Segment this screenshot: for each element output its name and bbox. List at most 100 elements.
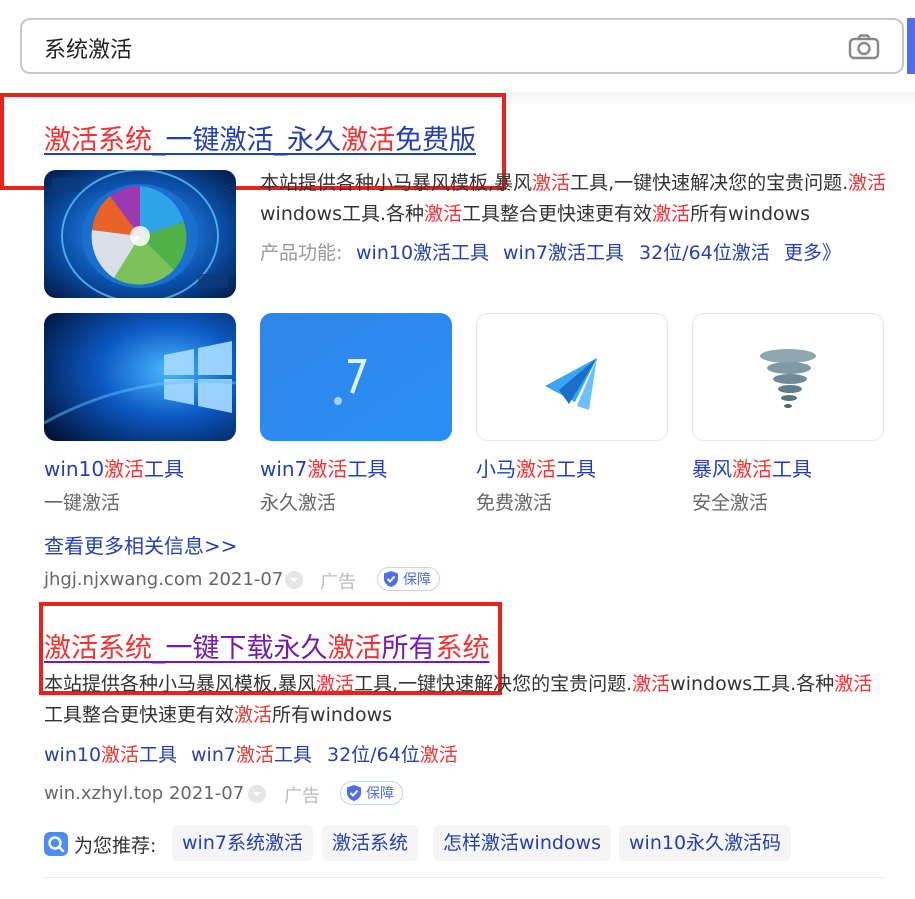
sitelink-highlight: 激活 (101, 744, 140, 766)
title-highlight: 激活系统 (44, 125, 152, 156)
desc-text: windows工具.各种 (670, 673, 835, 695)
desc-text: 工具,一键快速解决您的宝贵问题. (354, 673, 633, 695)
card-title-part: 暴风 (692, 457, 732, 481)
card-title-part: 工具 (347, 457, 388, 481)
sitelink-win7[interactable]: win7激活工具 (191, 740, 312, 767)
more-info-link[interactable]: 查看更多相关信息>> (44, 530, 238, 559)
card-subtitle: 一键激活 (44, 492, 121, 514)
paper-plane-icon (477, 314, 667, 440)
card-title-part: win10 (44, 457, 105, 481)
card-image-baofeng[interactable] (692, 313, 884, 441)
card-title-part: 工具 (556, 457, 596, 481)
globe-thumbnail-image (44, 170, 236, 298)
title-text: _一键下载永久 (152, 633, 328, 664)
card-title-highlight: 激活 (516, 457, 556, 481)
tornado-icon (693, 314, 883, 440)
card-title-xiaoma[interactable]: 小马激活工具 (476, 453, 596, 482)
card-title-highlight: 激活 (307, 457, 348, 481)
card-title-win7[interactable]: win7激活工具 (260, 453, 387, 482)
result-description: 本站提供各种小马暴风模板,暴风激活工具,一键快速解决您的宝贵问题.激活windo… (260, 168, 888, 230)
desc-highlight: 激活 (424, 203, 463, 225)
sitelink-32-64[interactable]: 32位/64位激活 (327, 740, 458, 767)
sitelink-highlight: 激活 (419, 744, 458, 766)
camera-icon[interactable] (848, 34, 880, 60)
result-source[interactable]: win.xzhyl.top 2021-07 (44, 783, 244, 804)
search-input[interactable] (42, 32, 806, 64)
card-title-part: 小马 (476, 457, 516, 481)
card-subtitle: 免费激活 (476, 492, 553, 514)
title-text: _一键激活_永久 (152, 125, 341, 156)
search-box (20, 18, 904, 74)
card-title-highlight: 激活 (732, 457, 772, 481)
card-title-part: 工具 (144, 457, 185, 481)
divider (44, 877, 884, 878)
badge-label: 保障 (403, 572, 431, 588)
card-subtitle: 安全激活 (692, 492, 769, 514)
feature-link-win10[interactable]: win10激活工具 (356, 238, 489, 265)
title-highlight: 系统 (435, 633, 490, 664)
feature-link-more[interactable]: 更多》 (784, 238, 841, 265)
recommend-chip[interactable]: win7系统激活 (172, 825, 313, 861)
desc-text: 工具整合更快速更有效 (44, 704, 235, 726)
title-highlight: 激活系统 (44, 633, 152, 664)
sitelink-part: 工具 (139, 744, 178, 766)
desc-highlight: 激活 (316, 673, 355, 695)
guarantee-badge[interactable]: 保障 (340, 781, 403, 805)
recommend-label: 为您推荐: (74, 835, 157, 857)
desc-highlight: 激活 (652, 203, 691, 225)
title-text: 所有 (381, 633, 436, 664)
recommend-chip[interactable]: 怎样激活windows (433, 825, 611, 861)
sitelink-part: win7 (191, 744, 236, 766)
title-highlight: 激活 (341, 125, 395, 156)
feature-link-32-64[interactable]: 32位/64位激活 (639, 238, 770, 265)
sitelink-part: 工具 (273, 744, 312, 766)
desc-text: 所有windows (272, 704, 393, 726)
recommend-chip[interactable]: 激活系统 (322, 825, 419, 861)
ad-label: 广告 (284, 786, 320, 807)
windows10-logo-image (44, 313, 236, 441)
card-title-part: 工具 (772, 457, 812, 481)
card-title-baofeng[interactable]: 暴风激活工具 (692, 453, 812, 482)
desc-highlight: 激活 (532, 172, 571, 194)
card-image-win7[interactable] (260, 313, 452, 441)
feature-link-win7[interactable]: win7激活工具 (503, 238, 624, 265)
windows7-logo-image (260, 313, 452, 441)
result-description: 本站提供各种小马暴风模板,暴风激活工具,一键快速解决您的宝贵问题.激活windo… (44, 669, 888, 731)
guarantee-badge[interactable]: 保障 (377, 567, 440, 591)
sitelink-part: win10 (44, 744, 102, 766)
shield-check-icon (384, 571, 398, 587)
dropdown-icon[interactable] (284, 570, 304, 590)
result-title[interactable]: 激活系统_一键下载永久激活所有系统 (44, 626, 490, 665)
card-image-win10[interactable] (44, 313, 236, 441)
desc-text: 本站提供各种小马暴风模板,暴风 (260, 172, 533, 194)
card-title-win10[interactable]: win10激活工具 (44, 453, 184, 482)
desc-text: 工具,一键快速解决您的宝贵问题. (570, 172, 849, 194)
desc-highlight: 激活 (834, 673, 873, 695)
card-title-highlight: 激活 (104, 457, 145, 481)
badge-label: 保障 (366, 786, 394, 802)
search-recommend-icon (44, 832, 68, 856)
result-title[interactable]: 激活系统_一键激活_永久激活免费版 (44, 118, 476, 157)
desc-highlight: 激活 (234, 704, 273, 726)
card-subtitle: 永久激活 (260, 492, 337, 514)
desc-text: 工具整合更快速更有效 (462, 203, 653, 225)
card-title-part: win7 (260, 457, 308, 481)
sitelink-part: 32位/64位 (327, 744, 420, 766)
title-text: 免费版 (395, 125, 476, 156)
desc-highlight: 激活 (848, 172, 887, 194)
desc-text: windows工具.各种 (260, 203, 425, 225)
shield-check-icon (347, 785, 361, 801)
search-button-edge[interactable] (907, 18, 915, 74)
desc-text: 所有windows (690, 203, 811, 225)
desc-highlight: 激活 (632, 673, 671, 695)
dropdown-icon[interactable] (247, 784, 267, 804)
result-source[interactable]: jhgj.njxwang.com 2021-07 (44, 569, 283, 590)
card-image-xiaoma[interactable] (476, 313, 668, 441)
ad-label: 广告 (320, 572, 356, 593)
result-thumbnail[interactable] (44, 170, 236, 298)
sitelink-highlight: 激活 (235, 744, 274, 766)
recommend-chip[interactable]: win10永久激活码 (619, 825, 792, 861)
desc-text: 本站提供各种小马暴风模板,暴风 (44, 673, 317, 695)
product-features-label: 产品功能: (260, 242, 343, 264)
sitelink-win10[interactable]: win10激活工具 (44, 740, 177, 767)
